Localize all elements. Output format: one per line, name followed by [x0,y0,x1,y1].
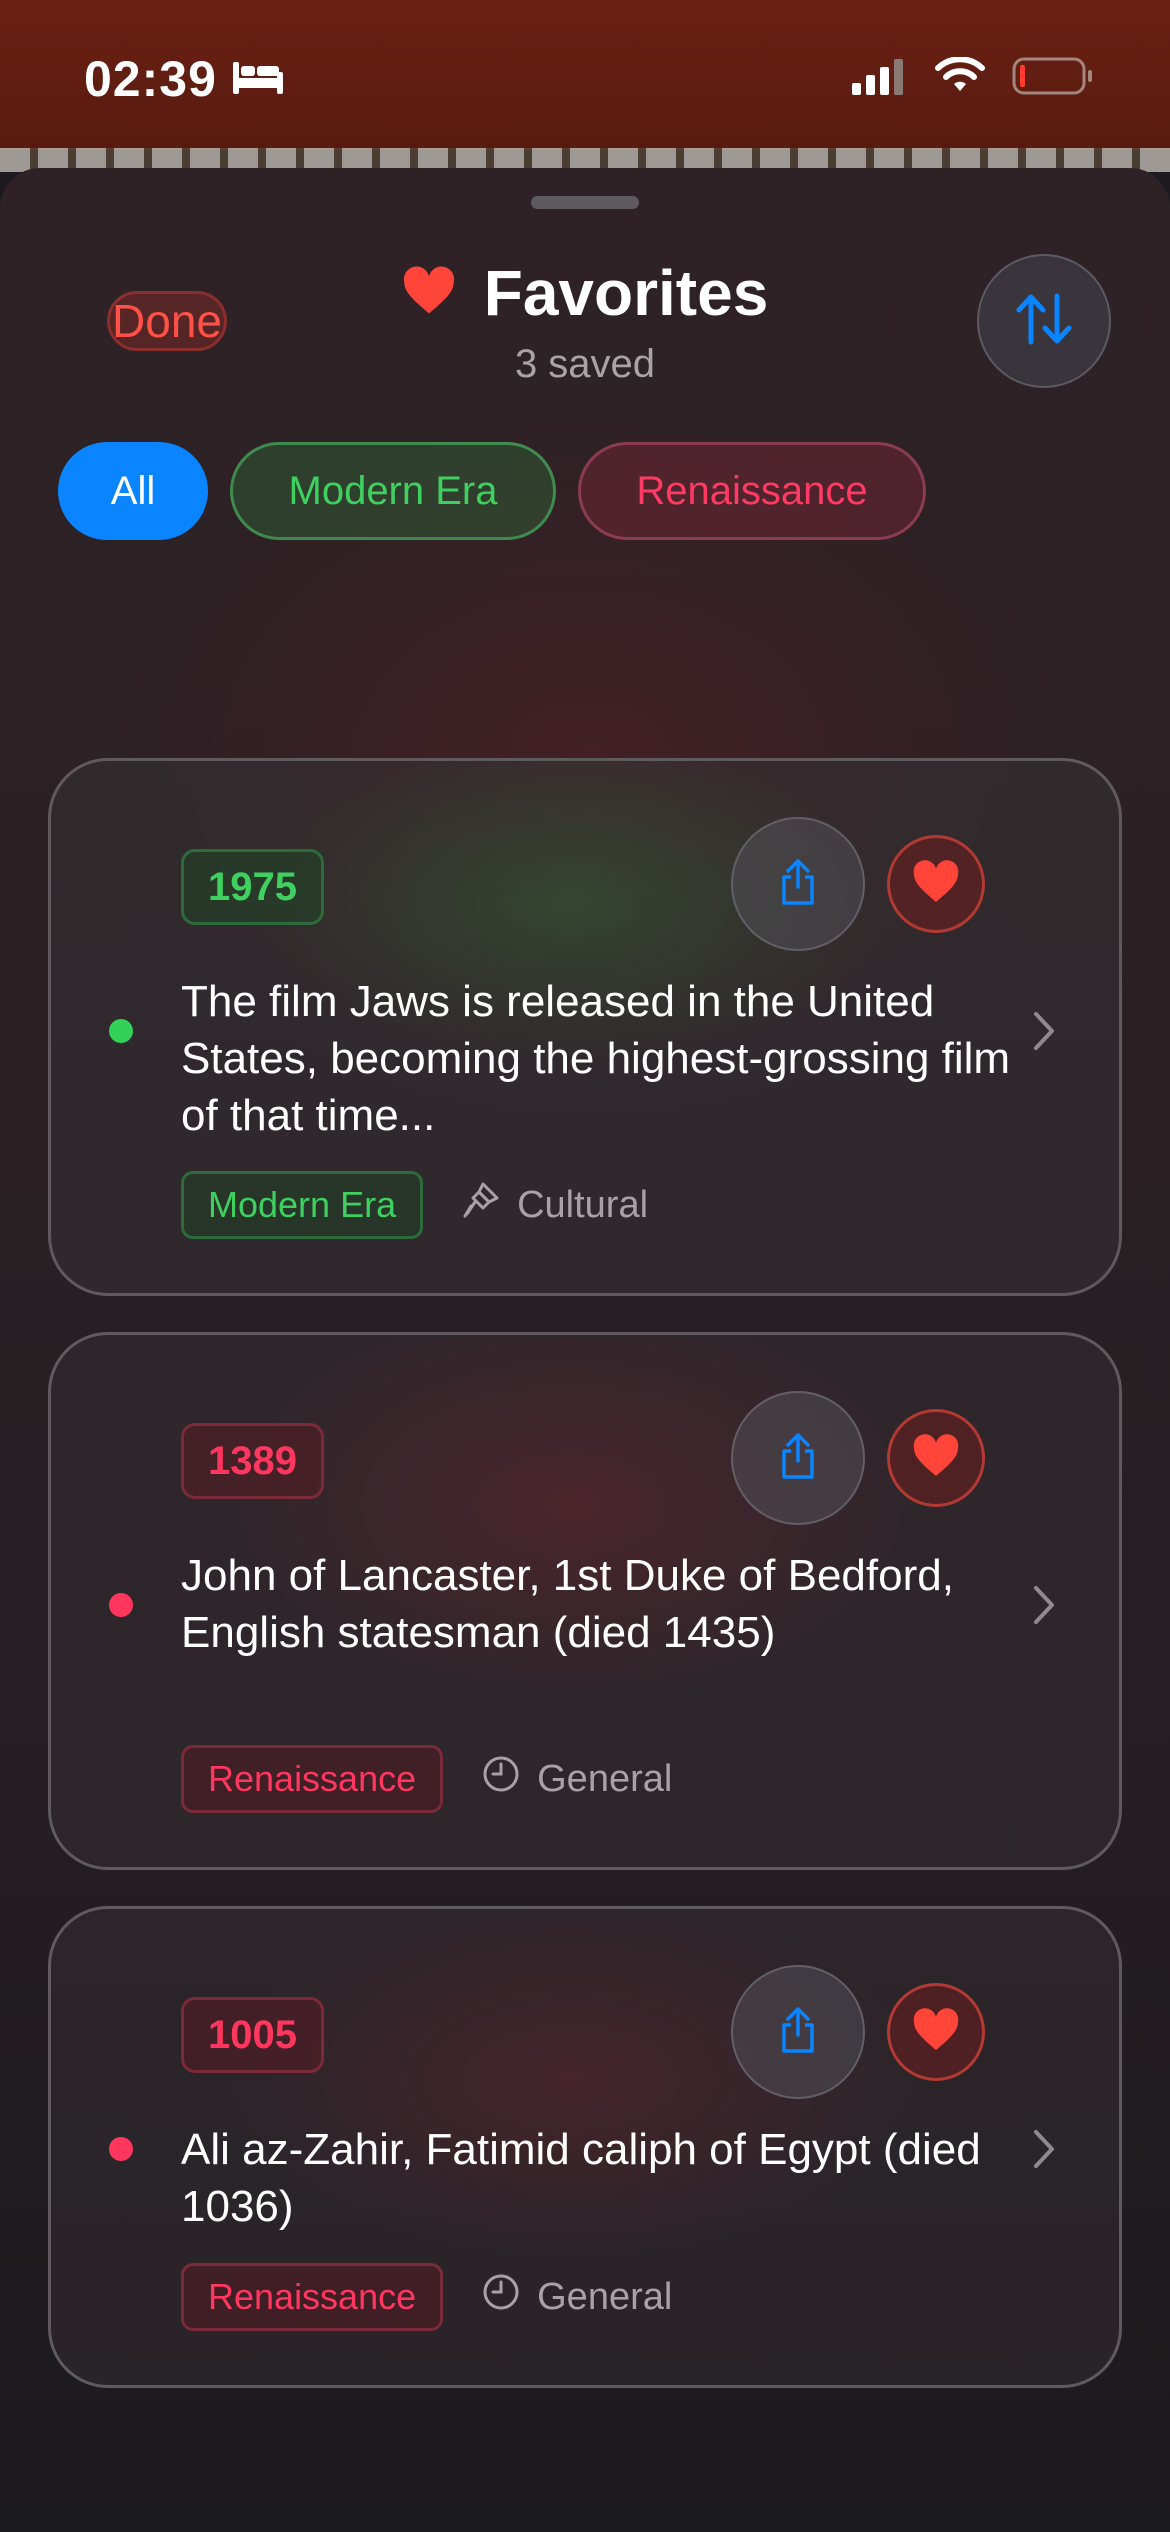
clock-text: 02:39 [84,51,217,107]
category-text: General [537,1757,673,1800]
sort-button[interactable] [977,254,1111,388]
share-icon [778,2005,818,2060]
filter-chip-renaissance[interactable]: Renaissance [578,442,926,540]
era-tag: Modern Era [181,1171,424,1239]
status-bar: 02:39 [0,0,1170,150]
sheet-grabber[interactable] [531,196,639,209]
card-tags: Renaissance General [181,1745,672,1813]
category-text: Cultural [517,1183,649,1226]
share-button[interactable] [731,1391,865,1525]
category-label: General [481,2272,672,2322]
event-text: Ali az-Zahir, Fatimid caliph of Egypt (d… [181,2125,981,2231]
share-button[interactable] [731,1965,865,2099]
status-icons [850,56,1094,101]
unfavorite-button[interactable] [887,835,985,933]
era-dot [109,2137,133,2161]
share-icon [778,1431,818,1486]
cellular-signal-icon [850,57,908,100]
event-text: The film Jaws is released in the United … [181,977,1011,1140]
year-badge: 1005 [181,1997,324,2073]
year-badge: 1975 [181,849,324,925]
heart-icon [912,2007,960,2057]
share-icon [778,857,818,912]
battery-icon [1012,56,1094,101]
status-time: 02:39 [84,50,285,108]
category-label: Cultural [461,1180,648,1230]
paintbrush-icon [461,1180,501,1230]
heart-icon [402,265,456,321]
unfavorite-button[interactable] [887,1409,985,1507]
card-tags: Modern Era Cultural [181,1171,648,1239]
era-tag: Renaissance [181,2263,444,2331]
event-text: John of Lancaster, 1st Duke of Bedford, … [181,1551,954,1657]
favorites-sheet: Done Favorites 3 saved All Modern Era Re… [0,168,1170,2532]
heart-icon [912,859,960,909]
card-tags: Renaissance General [181,2263,672,2331]
category-text: General [537,2275,673,2318]
year-badge: 1389 [181,1423,324,1499]
filter-chips: All Modern Era Renaissance [58,442,926,540]
bed-icon [231,50,285,108]
category-label: General [481,1754,672,1804]
clock-icon [481,1754,521,1804]
wifi-icon [934,56,986,100]
era-dot [109,1593,133,1617]
clock-icon [481,2272,521,2322]
page-title: Favorites [483,257,769,329]
share-button[interactable] [731,817,865,951]
era-tag: Renaissance [181,1745,444,1813]
era-dot [109,1019,133,1043]
chevron-right-icon [1031,2127,1057,2176]
favorite-card[interactable]: 1389 John of Lancaster, 1st Duke of Bedf [48,1332,1122,1870]
filter-chip-modern-era[interactable]: Modern Era [230,442,556,540]
chevron-right-icon [1031,1583,1057,1632]
chevron-right-icon [1031,1009,1057,1058]
heart-icon [912,1433,960,1483]
sort-arrows-icon [1013,290,1075,353]
filter-chip-all[interactable]: All [58,442,208,540]
screen: 02:39 Done Favorites 3 saved All Modern … [0,0,1170,2532]
favorite-card[interactable]: 1005 Ali az-Zahir, Fatimid caliph of Egy [48,1906,1122,2388]
unfavorite-button[interactable] [887,1983,985,2081]
favorite-card[interactable]: 1975 The film Jaws is released in the Un [48,758,1122,1296]
